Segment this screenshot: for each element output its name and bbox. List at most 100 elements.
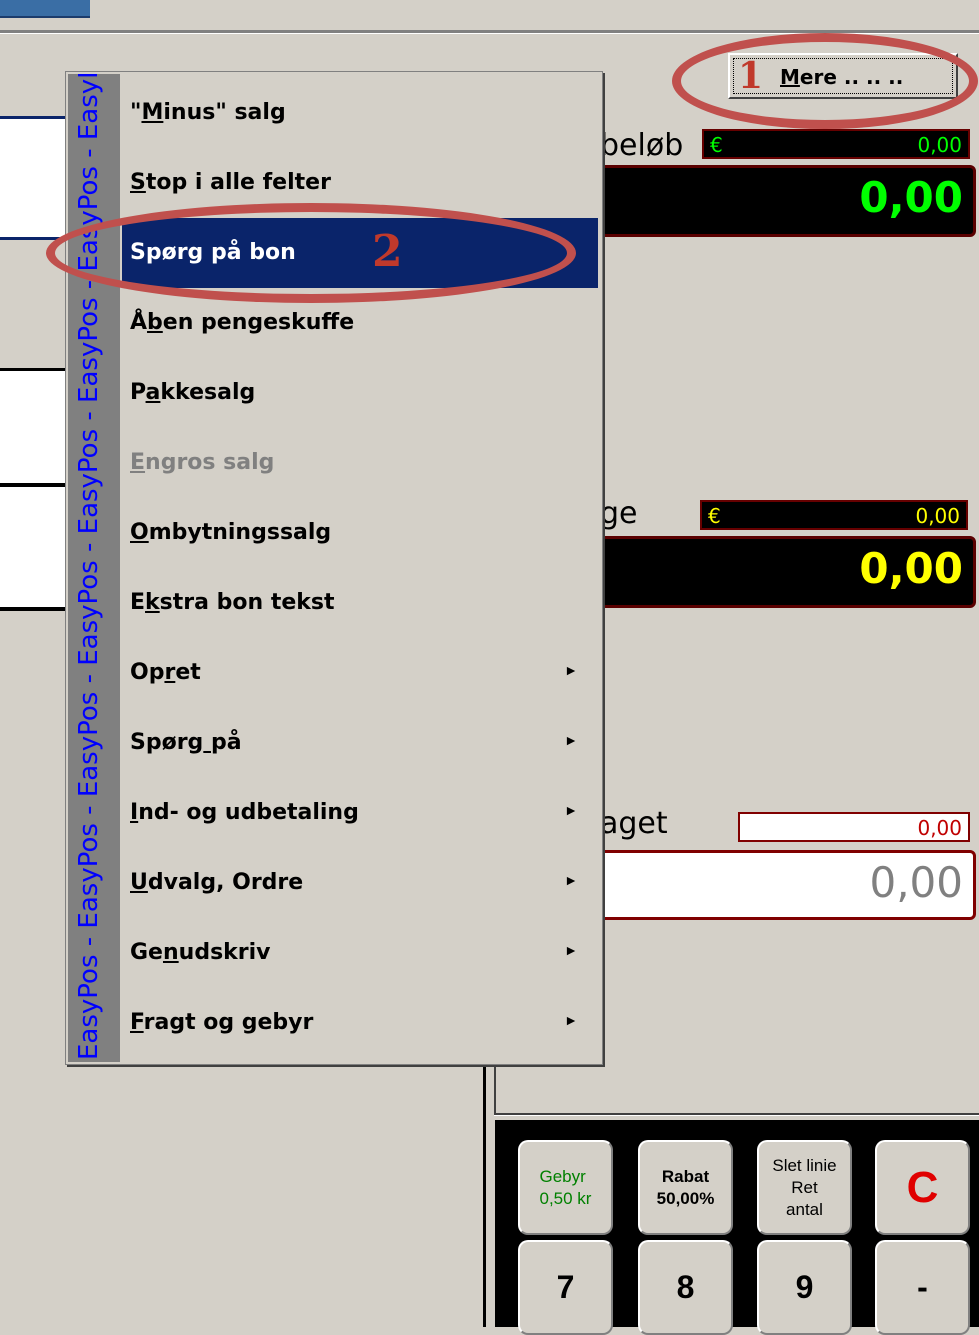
label-post: udskriv [178,940,271,965]
menu-item-5: Engros salg [122,428,598,498]
submenu-arrow-icon: ► [564,872,578,888]
frame-line [494,1063,496,1115]
label-post: mbytningssalg [148,520,332,545]
input-box-2[interactable] [0,484,70,611]
clear-key-label: C [906,1162,939,1212]
frame-line [494,1113,979,1116]
amount-small-display: € 0,00 [702,129,970,159]
menu-item-10[interactable]: Ind- og udbetaling ► [122,778,598,848]
label-mnemonic: U [130,870,148,895]
menu-item-11[interactable]: Udvalg, Ordre ► [122,848,598,918]
label-post: nd- og udbetaling [138,800,359,825]
label-post: ngros salg [145,450,275,475]
label-pre: Å [130,310,148,335]
list-box[interactable] [0,116,70,240]
menu-item-label: Spørg på [130,730,242,755]
key-8[interactable]: 8 [638,1240,733,1335]
label-post: en pengeskuffe [162,310,355,335]
currency-symbol: € [708,504,721,528]
change-label: ge [600,496,638,531]
label-post: top i alle felter [145,170,331,195]
label-post: ragt og gebyr [143,1010,314,1035]
received-display: 0,00 [560,850,976,920]
highlight-ring-2 [46,203,576,303]
menu-item-label: Ind- og udbetaling [130,800,359,825]
highlight-ring-1 [672,33,978,129]
menu-item-label: Udvalg, Ordre [130,870,303,895]
label-pre: Spørg [130,730,204,755]
label-mnemonic: F [130,1010,144,1035]
discount-key[interactable]: Rabat 50,00% [638,1140,733,1235]
menu-item-label: Ekstra bon tekst [130,590,335,615]
menu-item-label: Opret [130,660,201,685]
menu-item-label: Stop i alle felter [130,170,331,195]
label-post: dvalg, Ordre [147,870,304,895]
label-mnemonic: O [130,520,149,545]
submenu-arrow-icon: ► [564,1012,578,1028]
menu-item-7[interactable]: Ekstra bon tekst [122,568,598,638]
label-mnemonic: k [145,590,160,615]
discount-key-line1: Rabat [661,1166,710,1186]
key-7-label: 7 [556,1269,575,1305]
menu-item-8[interactable]: Opret ► [122,638,598,708]
change-value: 0,00 [859,544,963,593]
label-mnemonic: I [130,800,139,825]
label-mnemonic: a [145,380,161,405]
change-small-value: 0,00 [915,504,960,528]
amount-display: 0,00 [560,165,976,237]
label-mnemonic: r [164,660,176,685]
key-7[interactable]: 7 [518,1240,613,1335]
delete-key-line2: Ret [791,1177,818,1197]
label-pre: " [130,100,142,125]
keypad: Gebyr 0,50 kr Rabat 50,00% Slet linie Re… [495,1120,979,1335]
menu-item-6[interactable]: Ombytningssalg [122,498,598,568]
delete-line-key[interactable]: Slet linie Ret antal [757,1140,852,1235]
label-pre: Op [130,660,165,685]
label-mnemonic: S [130,170,146,195]
frame-line [483,1063,486,1327]
amount-label: beløb [600,128,684,163]
minus-key[interactable]: - [875,1240,970,1335]
key-9-label: 9 [795,1269,814,1305]
menu-item-label: Ombytningssalg [130,520,331,545]
label-post: inus" salg [163,100,286,125]
label-post: kkesalg [160,380,256,405]
menu-item-9[interactable]: Spørg på ► [122,708,598,778]
received-small-value: 0,00 [917,816,962,840]
amount-value: 0,00 [859,173,963,222]
label-mnemonic: b [147,310,163,335]
label-post: stra bon tekst [159,590,335,615]
label-pre: P [130,380,146,405]
menu-item-label: Fragt og gebyr [130,1010,313,1035]
discount-key-line2: 50,00% [656,1188,715,1208]
amount-small-value: 0,00 [917,133,962,157]
menu-item-13[interactable]: Fragt og gebyr ► [122,988,598,1058]
submenu-arrow-icon: ► [564,662,578,678]
received-label: aget [600,806,668,841]
label-mnemonic: M [141,100,164,125]
menu-item-label: Pakkesalg [130,380,255,405]
change-small-display: € 0,00 [700,500,968,530]
fee-key-line2: 0,50 kr [539,1188,592,1208]
menu-item-label: Åben pengeskuffe [130,310,354,335]
submenu-arrow-icon: ► [564,732,578,748]
label-post: på [210,730,242,755]
key-9[interactable]: 9 [757,1240,852,1335]
menu-item-label: "Minus" salg [130,100,286,125]
input-box[interactable] [0,368,70,487]
menu-item-0[interactable]: "Minus" salg [122,78,598,148]
key-8-label: 8 [676,1269,695,1305]
currency-symbol: € [710,133,723,157]
submenu-arrow-icon: ► [564,942,578,958]
label-mnemonic: E [130,450,146,475]
received-value: 0,00 [869,858,963,907]
menu-item-12[interactable]: Genudskriv ► [122,918,598,988]
clear-key[interactable]: C [875,1140,970,1235]
label-mnemonic [203,730,211,755]
menu-item-label: Engros salg [130,450,274,475]
fee-key-line1: Gebyr [539,1166,586,1186]
received-small-display: 0,00 [738,812,970,842]
menu-item-4[interactable]: Pakkesalg [122,358,598,428]
label-post: et [175,660,201,685]
fee-key[interactable]: Gebyr 0,50 kr [518,1140,613,1235]
